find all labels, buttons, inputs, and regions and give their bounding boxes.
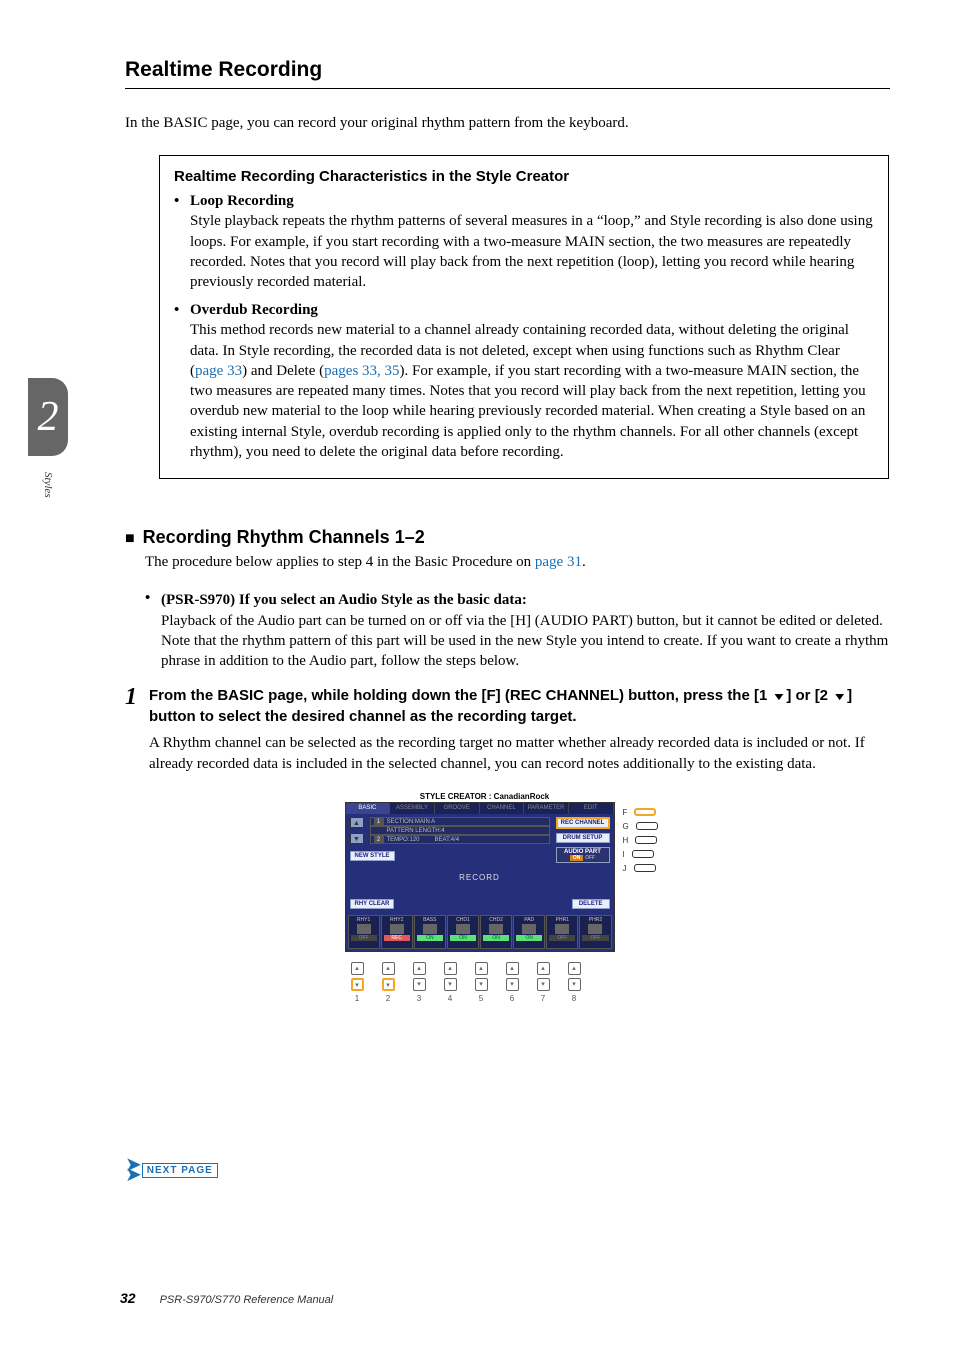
bullet-dot: • xyxy=(145,590,161,671)
step-text: A Rhythm channel can be selected as the … xyxy=(149,733,890,774)
hw-button[interactable]: G xyxy=(623,820,693,833)
channel-item[interactable]: PADON xyxy=(513,915,545,949)
h2-square-icon: ■ xyxy=(125,530,135,548)
h2-after: The procedure below applies to step 4 in… xyxy=(145,552,890,572)
lcd-tab[interactable]: EDIT xyxy=(569,803,614,814)
page-link[interactable]: page 33 xyxy=(195,363,242,379)
info-pattern: 1PATTERN LENGTH:4 xyxy=(370,826,550,835)
channel-item[interactable]: BASSON xyxy=(414,915,446,949)
lcd-tab[interactable]: ASSEMBLY xyxy=(390,803,435,814)
side-letter-buttons: F G H I J xyxy=(623,806,693,876)
screenshot-figure: STYLE CREATOR : CanadianRock BASIC ASSEM… xyxy=(345,792,695,1012)
channel-item[interactable]: PHR1OFF xyxy=(546,915,578,949)
next-page-indicator: ➤➤ NEXT PAGE xyxy=(125,1160,218,1180)
up-btn[interactable]: ▴ xyxy=(413,962,426,975)
hw-button[interactable]: I xyxy=(623,848,693,861)
lcd-tabbar: BASIC ASSEMBLY GROOVE CHANNEL PARAMETER … xyxy=(346,803,614,814)
characteristics-box: Realtime Recording Characteristics in th… xyxy=(159,155,889,479)
overdub-heading: Overdub Recording xyxy=(190,302,874,319)
page-link[interactable]: 35 xyxy=(385,363,400,379)
down-btn[interactable]: ▾ xyxy=(382,978,395,991)
lcd-tab[interactable]: GROOVE xyxy=(435,803,480,814)
up-btn[interactable]: ▴ xyxy=(351,962,364,975)
up-arrow-icon[interactable]: ▲ xyxy=(350,817,364,828)
page-title: Realtime Recording xyxy=(125,58,890,89)
delete-button[interactable]: DELETE xyxy=(572,899,610,909)
chapter-tab: 2 xyxy=(28,378,68,456)
bullet-dot: • xyxy=(174,193,190,292)
page-link[interactable]: pages 33 xyxy=(324,363,377,379)
bottom-number-buttons: ▴▾1 ▴▾2 ▴▾3 ▴▾4 ▴▾5 ▴▾6 ▴▾7 ▴▾8 xyxy=(351,962,581,1003)
lcd-screen: BASIC ASSEMBLY GROOVE CHANNEL PARAMETER … xyxy=(345,802,615,952)
up-btn[interactable]: ▴ xyxy=(537,962,550,975)
rec-channel-button[interactable]: REC CHANNEL xyxy=(556,817,610,829)
channel-item[interactable]: CHD2ON xyxy=(480,915,512,949)
characteristics-title: Realtime Recording Characteristics in th… xyxy=(174,168,874,185)
lcd-tab[interactable]: PARAMETER xyxy=(524,803,569,814)
drum-setup-button[interactable]: DRUM SETUP xyxy=(556,833,610,843)
intro-text: In the BASIC page, you can record your o… xyxy=(125,113,890,133)
audio-part-button[interactable]: AUDIO PARTON OFF xyxy=(556,847,610,863)
up-btn[interactable]: ▴ xyxy=(506,962,519,975)
page-number: 32 xyxy=(120,1290,136,1306)
loop-heading: Loop Recording xyxy=(190,193,874,210)
record-label: RECORD xyxy=(346,873,614,882)
up-btn[interactable]: ▴ xyxy=(444,962,457,975)
channel-item[interactable]: PHR2OFF xyxy=(579,915,611,949)
channel-item[interactable]: RHY1OFF xyxy=(348,915,380,949)
channel-item[interactable]: RHY2REC xyxy=(381,915,413,949)
down-btn[interactable]: ▾ xyxy=(413,978,426,991)
manual-name: PSR-S970/S770 Reference Manual xyxy=(160,1294,334,1306)
lcd-title: STYLE CREATOR : CanadianRock xyxy=(345,792,625,801)
down-btn[interactable]: ▾ xyxy=(506,978,519,991)
hw-button[interactable]: H xyxy=(623,834,693,847)
step-number: 1 xyxy=(125,685,149,1012)
channel-item[interactable]: CHD1ON xyxy=(447,915,479,949)
down-btn[interactable]: ▾ xyxy=(475,978,488,991)
up-btn[interactable]: ▴ xyxy=(475,962,488,975)
up-btn[interactable]: ▴ xyxy=(382,962,395,975)
down-btn[interactable]: ▾ xyxy=(568,978,581,991)
hw-button[interactable]: J xyxy=(623,862,693,875)
next-page-arrow-icon: ➤➤ xyxy=(125,1160,136,1180)
next-page-label: NEXT PAGE xyxy=(142,1163,218,1178)
page-link[interactable]: page 31 xyxy=(535,554,582,570)
down-arrow-icon[interactable]: ▼ xyxy=(350,833,364,844)
bullet-dot: • xyxy=(174,302,190,462)
overdub-text: This method records new material to a ch… xyxy=(190,320,874,462)
hw-button[interactable]: F xyxy=(623,806,693,819)
down-btn[interactable]: ▾ xyxy=(444,978,457,991)
down-btn[interactable]: ▾ xyxy=(351,978,364,991)
rhy-clear-button[interactable]: RHY CLEAR xyxy=(350,899,395,909)
down-triangle-icon: ▼ xyxy=(772,690,787,705)
s970-heading: (PSR-S970) If you select an Audio Style … xyxy=(161,592,527,608)
lcd-tab[interactable]: CHANNEL xyxy=(480,803,525,814)
channel-strip: RHY1OFF RHY2REC BASSON CHD1ON CHD2ON PAD… xyxy=(348,915,612,949)
s970-text: Playback of the Audio part can be turned… xyxy=(161,613,888,670)
up-btn[interactable]: ▴ xyxy=(568,962,581,975)
info-tempo: 2TEMPO:120 BEAT:4/4 xyxy=(370,835,550,844)
h2-title: Recording Rhythm Channels 1–2 xyxy=(143,527,425,548)
info-section: 1SECTION:MAIN A xyxy=(370,817,550,826)
down-btn[interactable]: ▾ xyxy=(537,978,550,991)
chapter-number: 2 xyxy=(38,393,59,441)
page-footer: 32 PSR-S970/S770 Reference Manual xyxy=(120,1290,333,1306)
step-title: From the BASIC page, while holding down … xyxy=(149,685,890,727)
lcd-tab[interactable]: BASIC xyxy=(346,803,391,814)
loop-text: Style playback repeats the rhythm patter… xyxy=(190,211,874,292)
chapter-label: Styles xyxy=(42,472,54,498)
down-triangle-icon: ▼ xyxy=(832,690,847,705)
new-style-button[interactable]: NEW STYLE xyxy=(350,851,395,861)
